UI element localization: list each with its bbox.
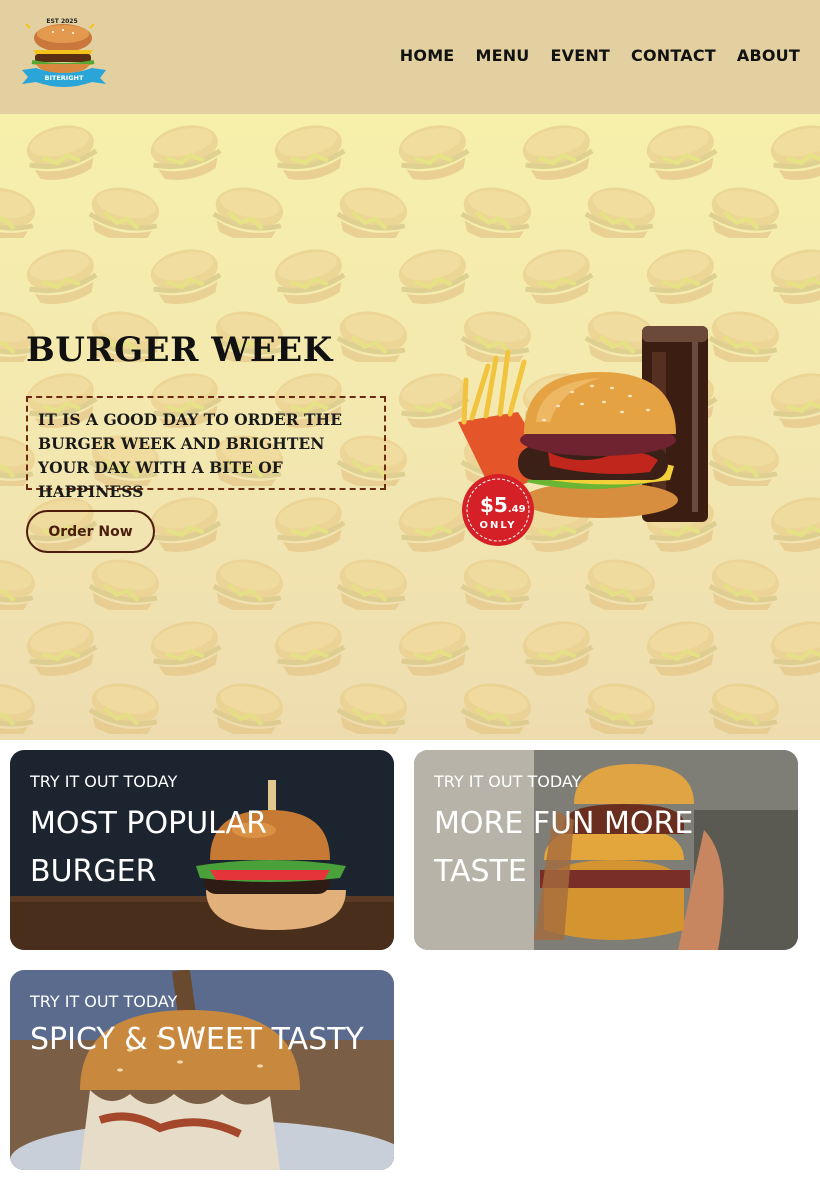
burger-combo-image: $5.49 ONLY <box>458 326 708 546</box>
price-cents: .49 <box>508 504 526 515</box>
hero-banner: BURGER WEEK IT IS A GOOD DAY TO ORDER TH… <box>0 114 820 740</box>
nav-about[interactable]: ABOUT <box>737 46 800 65</box>
nav-contact[interactable]: CONTACT <box>631 46 716 65</box>
svg-text:EST 2025: EST 2025 <box>46 18 77 25</box>
card-kicker: TRY IT OUT TODAY <box>30 992 178 1011</box>
site-header: EST 2025 BITERIGHT HOME MENU EVENT CONTA… <box>0 0 820 114</box>
card-kicker: TRY IT OUT TODAY <box>434 772 582 791</box>
main-nav: HOME MENU EVENT CONTACT ABOUT <box>400 46 800 65</box>
card-heading: MORE FUN MORE TASTE <box>434 806 694 889</box>
promo-card-spicy-sweet[interactable]: TRY IT OUT TODAY SPICY & SWEET TASTY <box>10 970 394 1170</box>
biteright-logo[interactable]: EST 2025 BITERIGHT <box>18 14 112 98</box>
card-heading: MOST POPULAR BURGER <box>30 806 267 889</box>
price-dollars: $5 <box>480 493 508 517</box>
nav-menu[interactable]: MENU <box>475 46 529 65</box>
promo-card-more-fun[interactable]: TRY IT OUT TODAY MORE FUN MORE TASTE <box>414 750 798 950</box>
card-kicker: TRY IT OUT TODAY <box>30 772 178 791</box>
hero-title: BURGER WEEK <box>26 330 333 370</box>
order-now-button[interactable]: Order Now <box>26 510 155 553</box>
card-heading: SPICY & SWEET TASTY <box>30 1022 364 1057</box>
hero-description: IT IS A GOOD DAY TO ORDER THE BURGER WEE… <box>38 410 343 501</box>
hero-description-box: IT IS A GOOD DAY TO ORDER THE BURGER WEE… <box>26 396 386 501</box>
price-note: ONLY <box>480 520 517 531</box>
nav-event[interactable]: EVENT <box>551 46 611 65</box>
svg-text:BITERIGHT: BITERIGHT <box>45 74 84 82</box>
promo-card-most-popular[interactable]: TRY IT OUT TODAY MOST POPULAR BURGER <box>10 750 394 950</box>
nav-home[interactable]: HOME <box>400 46 455 65</box>
